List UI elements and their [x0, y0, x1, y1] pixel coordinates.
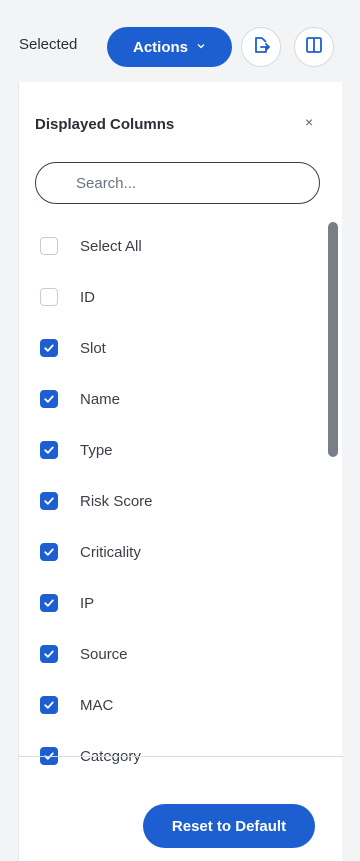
toolbar: Selected Actions — [0, 0, 360, 82]
search-input[interactable] — [74, 173, 304, 193]
chevron-down-icon — [196, 41, 206, 54]
column-source-option[interactable]: Source — [40, 642, 128, 666]
select-all-option[interactable]: Select All — [40, 234, 142, 258]
columns-button[interactable] — [294, 27, 334, 67]
column-slot-option[interactable]: Slot — [40, 336, 106, 360]
column-risk-score-label: Risk Score — [80, 492, 153, 510]
column-ip-option[interactable]: IP — [40, 591, 94, 615]
divider — [19, 756, 343, 757]
search-field[interactable] — [35, 162, 320, 204]
column-mac-option[interactable]: MAC — [40, 693, 113, 717]
column-slot-label: Slot — [80, 339, 106, 357]
column-type-option[interactable]: Type — [40, 438, 113, 462]
actions-button-label: Actions — [132, 38, 188, 56]
select-all-checkbox[interactable] — [40, 237, 58, 255]
column-source-label: Source — [80, 645, 128, 663]
scrollbar-thumb[interactable] — [328, 222, 338, 457]
displayed-columns-panel: Displayed Columns × Select All ID Slot Name… — [18, 82, 343, 861]
column-id-label: ID — [80, 288, 95, 306]
column-ip-checkbox[interactable] — [40, 594, 58, 612]
close-icon[interactable]: × — [305, 114, 313, 130]
column-risk-score-checkbox[interactable] — [40, 492, 58, 510]
columns-icon — [304, 35, 324, 60]
column-type-label: Type — [80, 441, 113, 459]
column-slot-checkbox[interactable] — [40, 339, 58, 357]
export-button[interactable] — [241, 27, 281, 67]
column-source-checkbox[interactable] — [40, 645, 58, 663]
reset-to-default-button[interactable]: Reset to Default — [143, 804, 315, 848]
column-name-checkbox[interactable] — [40, 390, 58, 408]
column-id-option[interactable]: ID — [40, 285, 95, 309]
export-icon — [251, 35, 271, 60]
select-all-label: Select All — [80, 237, 142, 255]
panel-title: Displayed Columns — [35, 116, 175, 133]
actions-button[interactable]: Actions — [107, 27, 232, 67]
column-ip-label: IP — [80, 594, 95, 612]
column-criticality-option[interactable]: Criticality — [40, 540, 141, 564]
column-id-checkbox[interactable] — [40, 288, 58, 306]
column-type-checkbox[interactable] — [40, 441, 58, 459]
column-mac-checkbox[interactable] — [40, 696, 58, 714]
scrollbar[interactable] — [328, 222, 338, 777]
column-name-option[interactable]: Name — [40, 387, 120, 411]
column-risk-score-option[interactable]: Risk Score — [40, 489, 153, 513]
selected-label: Selected — [19, 36, 78, 53]
column-criticality-label: Criticality — [80, 543, 141, 561]
column-name-label: Name — [80, 390, 121, 408]
column-mac-label: MAC — [80, 696, 114, 714]
column-criticality-checkbox[interactable] — [40, 543, 58, 561]
